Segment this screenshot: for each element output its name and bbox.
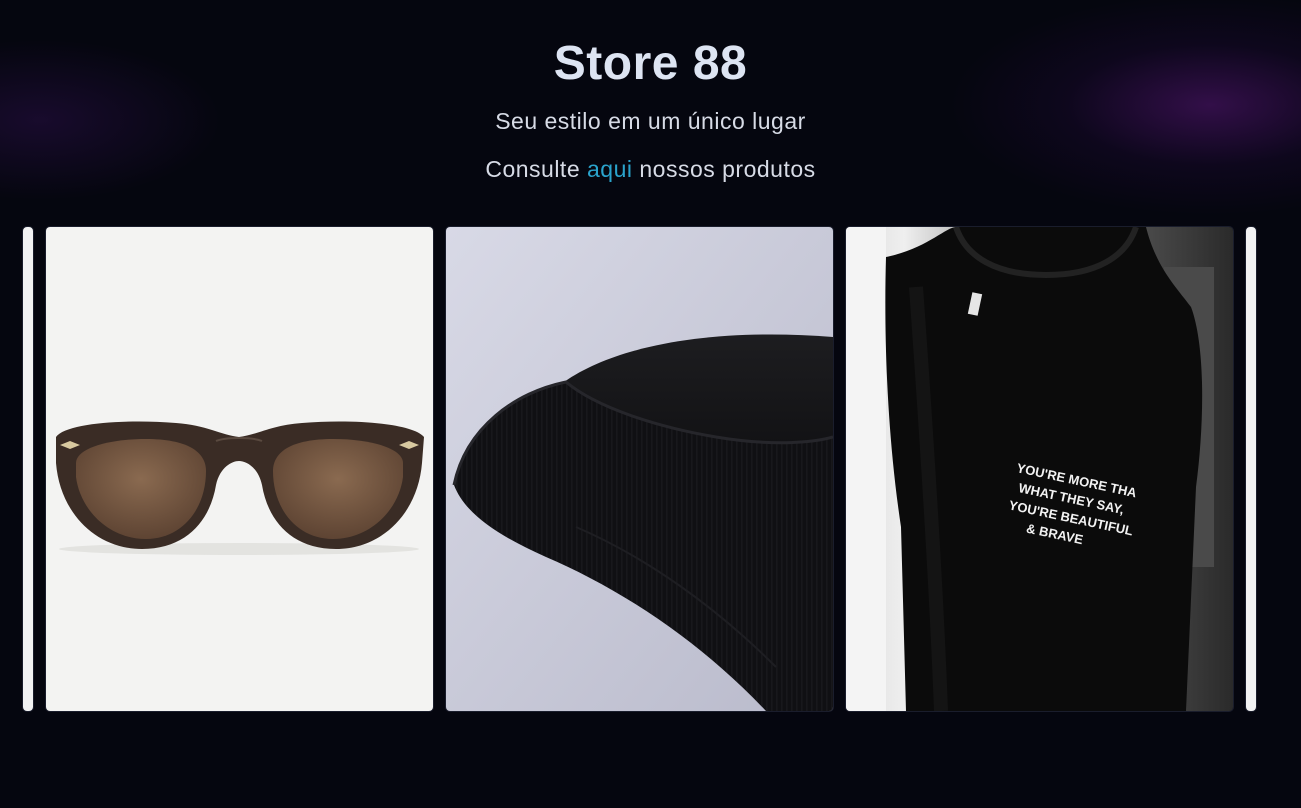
- product-card-beanie[interactable]: [445, 226, 834, 712]
- beanie-image: [446, 227, 833, 711]
- consult-prefix: Consulte: [485, 156, 581, 182]
- carousel-card-partial-right[interactable]: [1245, 226, 1257, 712]
- product-card-tshirt[interactable]: YOU'RE MORE THA WHAT THEY SAY, YOU'RE BE…: [845, 226, 1234, 712]
- sunglasses-image: [46, 227, 433, 711]
- store-title: Store 88: [553, 37, 748, 90]
- carousel-card-partial-left[interactable]: [22, 226, 34, 712]
- products-link[interactable]: aqui: [587, 156, 632, 182]
- store-tagline: Seu estilo em um único lugar: [495, 108, 806, 134]
- consult-line: Consulte aqui nossos produtos: [0, 154, 1301, 184]
- consult-suffix: nossos produtos: [639, 156, 816, 182]
- page: Store 88 Seu estilo em um único lugar Co…: [0, 0, 1301, 808]
- product-card-sunglasses[interactable]: [45, 226, 434, 712]
- tshirt-image: YOU'RE MORE THA WHAT THEY SAY, YOU'RE BE…: [846, 227, 1233, 711]
- product-carousel[interactable]: YOU'RE MORE THA WHAT THEY SAY, YOU'RE BE…: [0, 226, 1301, 712]
